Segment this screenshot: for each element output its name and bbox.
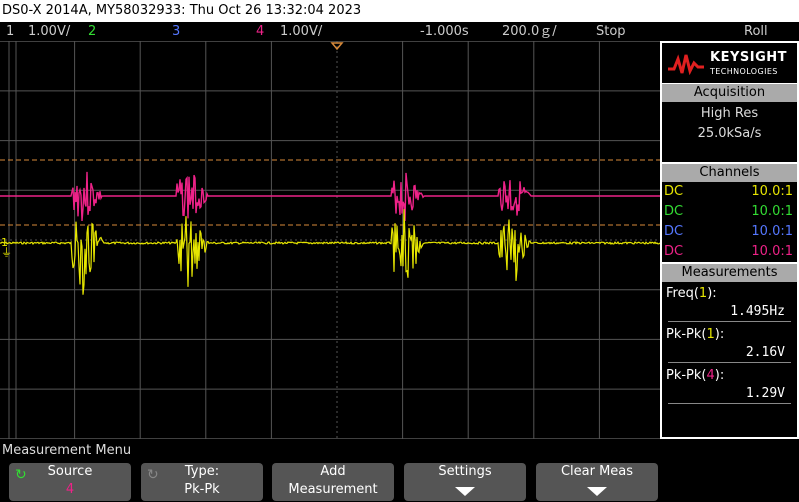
- measurement-label: Freq(1):: [666, 286, 717, 301]
- status-bar: 1 1.00V/ 2 3 4 1.00V/ -1.000s 200.0ｇ/ St…: [0, 22, 799, 41]
- probe-ratio: 10.0:1: [751, 244, 793, 259]
- submenu-arrow-icon: [587, 487, 607, 496]
- keysight-logo: KEYSIGHT TECHNOLOGIES: [662, 43, 797, 83]
- trigger-mode[interactable]: Roll: [744, 22, 768, 41]
- ch1-number[interactable]: 1: [6, 22, 14, 41]
- measurement-value: 1.29V: [668, 385, 791, 404]
- channels-panel: DC 10.0:1 DC 10.0:1 DC 10.0:1 DC 10.0:1: [662, 182, 797, 262]
- acq-mode: High Res: [700, 106, 759, 121]
- ground-icon: ⏚: [1, 246, 12, 259]
- softkey-value: 4: [65, 482, 75, 497]
- time-scale[interactable]: 200.0ｇ/: [502, 22, 557, 41]
- coupling: DC: [664, 184, 684, 199]
- acquisition-panel: High Res 25.0kSa/s: [662, 102, 797, 162]
- ch4-scale[interactable]: 1.00V/: [280, 22, 322, 41]
- ch4-trace: [0, 171, 660, 222]
- source-softkey[interactable]: ↻ Source 4: [9, 463, 131, 501]
- type-softkey[interactable]: ↻ Type: Pk-Pk: [141, 463, 263, 501]
- channel-row-3[interactable]: DC 10.0:1: [662, 222, 797, 242]
- channel-row-2[interactable]: DC 10.0:1: [662, 202, 797, 222]
- measurements-header[interactable]: Measurements: [662, 264, 797, 282]
- coupling: DC: [664, 224, 684, 239]
- measurement-label: Pk-Pk(4):: [666, 368, 725, 383]
- side-panel: KEYSIGHT TECHNOLOGIES Acquisition High R…: [660, 41, 799, 439]
- softkey-label: Source: [47, 464, 93, 479]
- window-title: DS0-X 2014A, MY58032933: Thu Oct 26 13:3…: [0, 0, 799, 22]
- softkey-label-line2: Measurement: [288, 482, 378, 497]
- channels-header[interactable]: Channels: [662, 164, 797, 182]
- run-state[interactable]: Stop: [596, 22, 626, 41]
- probe-ratio: 10.0:1: [751, 184, 793, 199]
- acquisition-header[interactable]: Acquisition: [662, 84, 797, 102]
- keysight-wave-icon: [668, 54, 704, 75]
- measurement-value: 2.16V: [668, 344, 791, 363]
- coupling: DC: [664, 204, 684, 219]
- ch1-scale[interactable]: 1.00V/: [28, 22, 70, 41]
- menu-title: Measurement Menu: [2, 443, 132, 458]
- probe-ratio: 10.0:1: [751, 204, 793, 219]
- softkey-label: Add: [320, 464, 346, 479]
- measurements-panel: Freq(1): 1.495Hz Pk-Pk(1): 2.16V Pk-Pk(4…: [662, 282, 797, 437]
- submenu-arrow-icon: [455, 487, 475, 496]
- clear-meas-softkey[interactable]: Clear Meas: [536, 463, 658, 501]
- settings-softkey[interactable]: Settings: [404, 463, 526, 501]
- waveform-display[interactable]: 1 ⏚: [0, 40, 661, 440]
- softkey-value: Pk-Pk: [184, 482, 220, 497]
- probe-ratio: 10.0:1: [751, 224, 793, 239]
- softkey-label: Clear Meas: [560, 464, 634, 479]
- ch3-number[interactable]: 3: [172, 22, 180, 41]
- softkey-label: Settings: [438, 464, 492, 479]
- add-measurement-softkey[interactable]: Add Measurement: [272, 463, 394, 501]
- logo-brand: KEYSIGHT: [710, 50, 787, 65]
- coupling: DC: [664, 244, 684, 259]
- softkey-label: Type:: [184, 464, 220, 479]
- acq-rate: 25.0kSa/s: [697, 126, 762, 141]
- measurement-value: 1.495Hz: [668, 303, 791, 322]
- measurement-label: Pk-Pk(1):: [666, 327, 725, 342]
- channel-row-4[interactable]: DC 10.0:1: [662, 242, 797, 262]
- time-delay[interactable]: -1.000s: [420, 22, 469, 41]
- ch2-number[interactable]: 2: [88, 22, 96, 41]
- logo-sub: TECHNOLOGIES: [710, 67, 778, 76]
- channel-row-1[interactable]: DC 10.0:1: [662, 182, 797, 202]
- softkey-menu: Measurement Menu ↻ Source 4 ↻ Type: Pk-P…: [0, 441, 799, 502]
- ch4-number[interactable]: 4: [256, 22, 264, 41]
- waveform-graticule: 1 ⏚: [0, 40, 661, 440]
- ch1-trace: [0, 209, 661, 295]
